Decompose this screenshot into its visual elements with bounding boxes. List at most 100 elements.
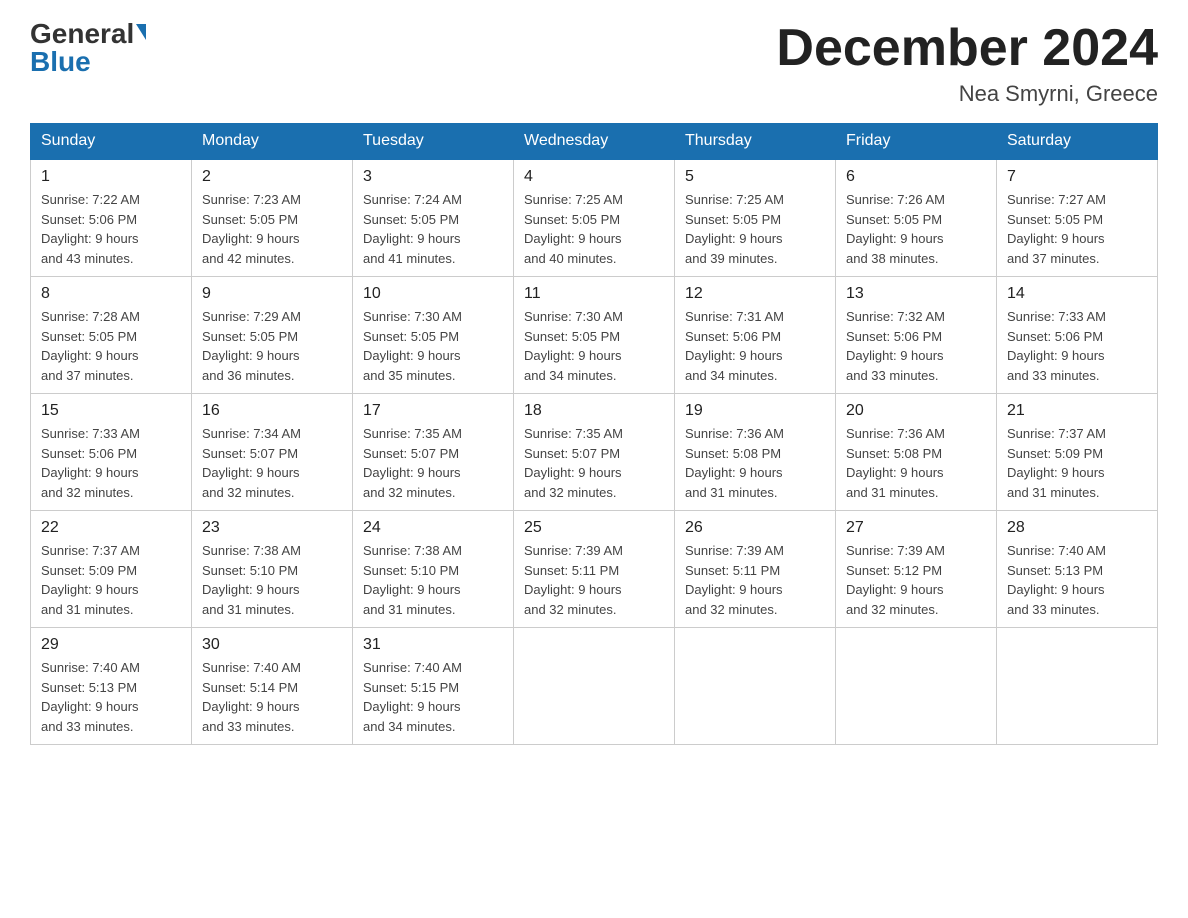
daylight-label: Daylight: 9 hours	[846, 231, 944, 246]
daylight-minutes: and 33 minutes.	[1007, 602, 1100, 617]
daylight-minutes: and 31 minutes.	[202, 602, 295, 617]
daylight-label: Daylight: 9 hours	[524, 465, 622, 480]
day-number: 17	[363, 402, 503, 420]
location-subtitle: Nea Smyrni, Greece	[776, 81, 1158, 107]
calendar-table: Sunday Monday Tuesday Wednesday Thursday…	[30, 123, 1158, 745]
day-info: Sunrise: 7:26 AM Sunset: 5:05 PM Dayligh…	[846, 190, 986, 268]
sunset-label: Sunset: 5:05 PM	[363, 329, 459, 344]
daylight-label: Daylight: 9 hours	[363, 348, 461, 363]
day-info: Sunrise: 7:25 AM Sunset: 5:05 PM Dayligh…	[524, 190, 664, 268]
daylight-label: Daylight: 9 hours	[41, 231, 139, 246]
header-wednesday: Wednesday	[514, 124, 675, 160]
daylight-label: Daylight: 9 hours	[524, 231, 622, 246]
sunrise-label: Sunrise: 7:36 AM	[846, 426, 945, 441]
calendar-cell	[514, 628, 675, 745]
calendar-cell: 29 Sunrise: 7:40 AM Sunset: 5:13 PM Dayl…	[31, 628, 192, 745]
daylight-label: Daylight: 9 hours	[524, 582, 622, 597]
daylight-minutes: and 38 minutes.	[846, 251, 939, 266]
daylight-label: Daylight: 9 hours	[41, 699, 139, 714]
day-number: 29	[41, 636, 181, 654]
calendar-cell: 4 Sunrise: 7:25 AM Sunset: 5:05 PM Dayli…	[514, 159, 675, 277]
day-info: Sunrise: 7:35 AM Sunset: 5:07 PM Dayligh…	[363, 424, 503, 502]
calendar-cell: 23 Sunrise: 7:38 AM Sunset: 5:10 PM Dayl…	[192, 511, 353, 628]
day-info: Sunrise: 7:31 AM Sunset: 5:06 PM Dayligh…	[685, 307, 825, 385]
daylight-label: Daylight: 9 hours	[363, 699, 461, 714]
sunset-label: Sunset: 5:05 PM	[846, 212, 942, 227]
day-info: Sunrise: 7:37 AM Sunset: 5:09 PM Dayligh…	[1007, 424, 1147, 502]
day-number: 16	[202, 402, 342, 420]
sunrise-label: Sunrise: 7:33 AM	[1007, 309, 1106, 324]
day-info: Sunrise: 7:37 AM Sunset: 5:09 PM Dayligh…	[41, 541, 181, 619]
sunset-label: Sunset: 5:09 PM	[41, 563, 137, 578]
day-number: 1	[41, 168, 181, 186]
daylight-minutes: and 42 minutes.	[202, 251, 295, 266]
daylight-minutes: and 33 minutes.	[202, 719, 295, 734]
calendar-cell: 12 Sunrise: 7:31 AM Sunset: 5:06 PM Dayl…	[675, 277, 836, 394]
sunrise-label: Sunrise: 7:40 AM	[363, 660, 462, 675]
day-info: Sunrise: 7:34 AM Sunset: 5:07 PM Dayligh…	[202, 424, 342, 502]
calendar-cell: 2 Sunrise: 7:23 AM Sunset: 5:05 PM Dayli…	[192, 159, 353, 277]
daylight-minutes: and 32 minutes.	[685, 602, 778, 617]
header-friday: Friday	[836, 124, 997, 160]
sunrise-label: Sunrise: 7:39 AM	[524, 543, 623, 558]
daylight-minutes: and 36 minutes.	[202, 368, 295, 383]
logo-blue-text: Blue	[30, 48, 91, 76]
day-number: 3	[363, 168, 503, 186]
logo-general-text: General	[30, 20, 134, 48]
sunset-label: Sunset: 5:14 PM	[202, 680, 298, 695]
sunset-label: Sunset: 5:05 PM	[524, 329, 620, 344]
sunrise-label: Sunrise: 7:35 AM	[363, 426, 462, 441]
logo-triangle-icon	[136, 24, 146, 40]
calendar-cell: 24 Sunrise: 7:38 AM Sunset: 5:10 PM Dayl…	[353, 511, 514, 628]
sunset-label: Sunset: 5:05 PM	[524, 212, 620, 227]
daylight-minutes: and 34 minutes.	[524, 368, 617, 383]
day-number: 25	[524, 519, 664, 537]
day-number: 15	[41, 402, 181, 420]
daylight-label: Daylight: 9 hours	[202, 231, 300, 246]
daylight-minutes: and 37 minutes.	[41, 368, 134, 383]
daylight-minutes: and 37 minutes.	[1007, 251, 1100, 266]
calendar-cell: 1 Sunrise: 7:22 AM Sunset: 5:06 PM Dayli…	[31, 159, 192, 277]
daylight-label: Daylight: 9 hours	[685, 582, 783, 597]
page-header: General Blue December 2024 Nea Smyrni, G…	[30, 20, 1158, 107]
day-number: 30	[202, 636, 342, 654]
sunrise-label: Sunrise: 7:25 AM	[524, 192, 623, 207]
daylight-label: Daylight: 9 hours	[846, 465, 944, 480]
daylight-minutes: and 35 minutes.	[363, 368, 456, 383]
daylight-minutes: and 39 minutes.	[685, 251, 778, 266]
calendar-cell: 28 Sunrise: 7:40 AM Sunset: 5:13 PM Dayl…	[997, 511, 1158, 628]
day-info: Sunrise: 7:22 AM Sunset: 5:06 PM Dayligh…	[41, 190, 181, 268]
day-number: 11	[524, 285, 664, 303]
sunset-label: Sunset: 5:05 PM	[41, 329, 137, 344]
day-info: Sunrise: 7:36 AM Sunset: 5:08 PM Dayligh…	[685, 424, 825, 502]
calendar-cell: 16 Sunrise: 7:34 AM Sunset: 5:07 PM Dayl…	[192, 394, 353, 511]
header-saturday: Saturday	[997, 124, 1158, 160]
sunrise-label: Sunrise: 7:40 AM	[41, 660, 140, 675]
day-number: 28	[1007, 519, 1147, 537]
sunset-label: Sunset: 5:10 PM	[202, 563, 298, 578]
sunrise-label: Sunrise: 7:36 AM	[685, 426, 784, 441]
calendar-cell: 27 Sunrise: 7:39 AM Sunset: 5:12 PM Dayl…	[836, 511, 997, 628]
calendar-cell: 5 Sunrise: 7:25 AM Sunset: 5:05 PM Dayli…	[675, 159, 836, 277]
calendar-cell: 8 Sunrise: 7:28 AM Sunset: 5:05 PM Dayli…	[31, 277, 192, 394]
calendar-cell: 9 Sunrise: 7:29 AM Sunset: 5:05 PM Dayli…	[192, 277, 353, 394]
calendar-cell: 21 Sunrise: 7:37 AM Sunset: 5:09 PM Dayl…	[997, 394, 1158, 511]
calendar-cell: 6 Sunrise: 7:26 AM Sunset: 5:05 PM Dayli…	[836, 159, 997, 277]
day-number: 9	[202, 285, 342, 303]
sunrise-label: Sunrise: 7:39 AM	[846, 543, 945, 558]
sunset-label: Sunset: 5:08 PM	[685, 446, 781, 461]
daylight-minutes: and 40 minutes.	[524, 251, 617, 266]
daylight-minutes: and 32 minutes.	[524, 602, 617, 617]
header-tuesday: Tuesday	[353, 124, 514, 160]
calendar-cell: 30 Sunrise: 7:40 AM Sunset: 5:14 PM Dayl…	[192, 628, 353, 745]
day-info: Sunrise: 7:24 AM Sunset: 5:05 PM Dayligh…	[363, 190, 503, 268]
calendar-cell: 19 Sunrise: 7:36 AM Sunset: 5:08 PM Dayl…	[675, 394, 836, 511]
day-info: Sunrise: 7:32 AM Sunset: 5:06 PM Dayligh…	[846, 307, 986, 385]
day-info: Sunrise: 7:30 AM Sunset: 5:05 PM Dayligh…	[363, 307, 503, 385]
daylight-minutes: and 32 minutes.	[846, 602, 939, 617]
daylight-minutes: and 33 minutes.	[1007, 368, 1100, 383]
day-number: 24	[363, 519, 503, 537]
daylight-label: Daylight: 9 hours	[685, 231, 783, 246]
daylight-label: Daylight: 9 hours	[202, 348, 300, 363]
day-info: Sunrise: 7:29 AM Sunset: 5:05 PM Dayligh…	[202, 307, 342, 385]
